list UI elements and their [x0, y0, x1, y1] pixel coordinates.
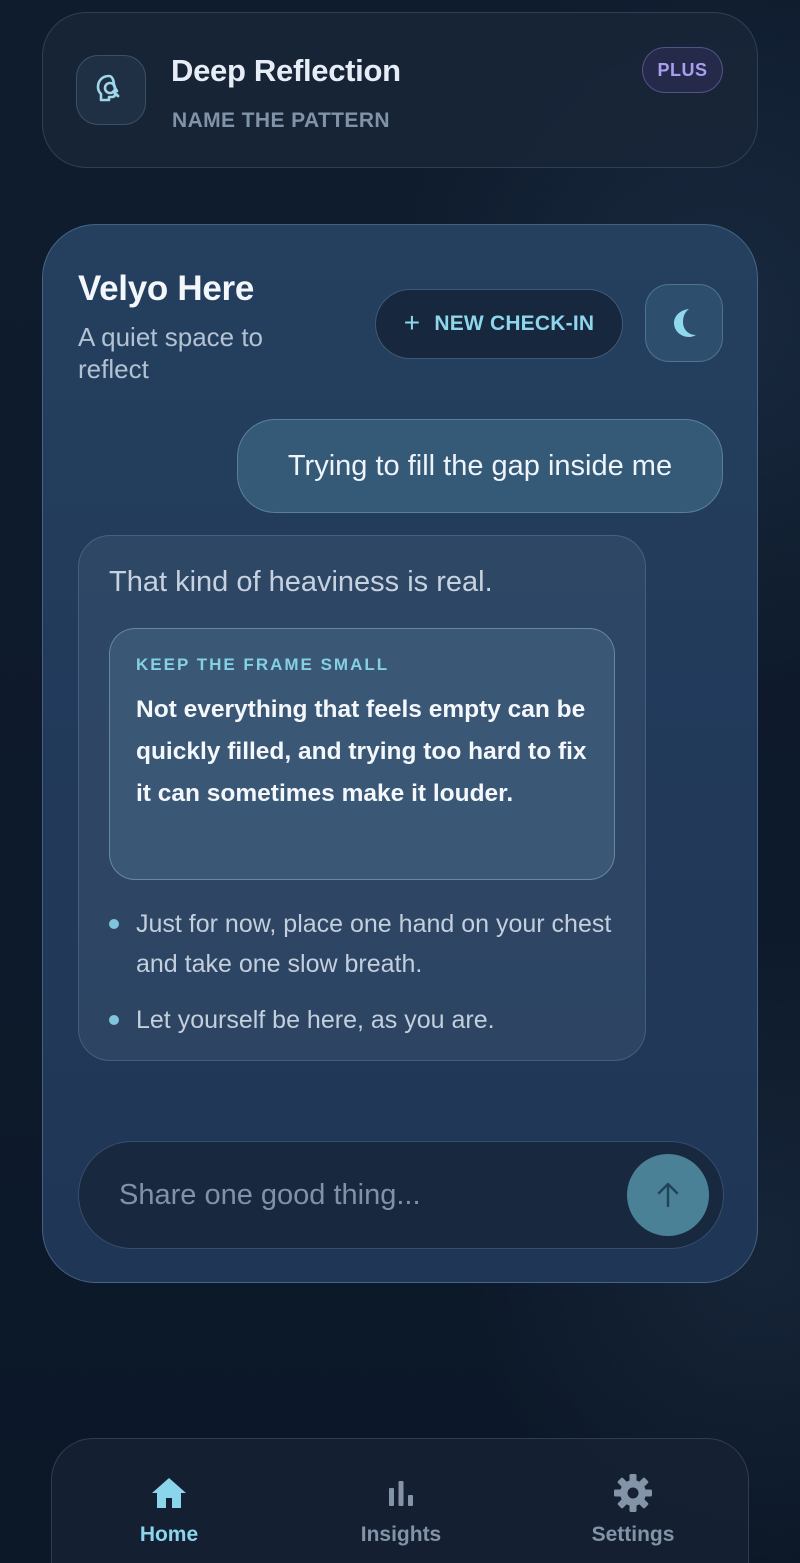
- new-checkin-label: NEW CHECK-IN: [434, 312, 595, 335]
- list-item-text: Just for now, place one hand on your che…: [136, 910, 612, 978]
- bot-message: That kind of heaviness is real. KEEP THE…: [78, 535, 646, 1061]
- page-subtitle: NAME THE PATTERN: [172, 109, 390, 132]
- user-message: Trying to fill the gap inside me: [237, 419, 723, 513]
- plus-icon: +: [403, 307, 421, 338]
- reframe-text: Not everything that feels empty can be q…: [136, 696, 587, 807]
- home-icon: [150, 1473, 188, 1513]
- plus-badge[interactable]: PLUS: [642, 47, 723, 93]
- message-input[interactable]: [119, 1172, 589, 1218]
- bottom-nav: Home Insights Settings: [51, 1438, 749, 1563]
- bot-message-opening: That kind of heaviness is real.: [109, 566, 493, 598]
- message-composer: [78, 1141, 724, 1249]
- nav-label-insights: Insights: [360, 1523, 442, 1546]
- nav-label-home: Home: [139, 1523, 199, 1546]
- nav-item-insights[interactable]: Insights: [321, 1439, 481, 1563]
- bullet-dot: [109, 919, 119, 929]
- brain-search-icon[interactable]: [76, 55, 146, 125]
- chat-subtitle: A quiet space to reflect: [78, 322, 264, 384]
- theme-toggle-button[interactable]: [645, 284, 723, 362]
- header-card: Deep Reflection NAME THE PATTERN PLUS: [42, 12, 758, 168]
- list-item: Just for now, place one hand on your che…: [109, 904, 619, 984]
- chat-card: Velyo Here A quiet space to reflect + NE…: [42, 224, 758, 1283]
- page-title: Deep Reflection: [171, 53, 401, 88]
- list-item-text: Let yourself be here, as you are.: [136, 1006, 495, 1034]
- nav-item-home[interactable]: Home: [89, 1439, 249, 1563]
- suggestion-list: Just for now, place one hand on your che…: [109, 904, 619, 1056]
- arrow-up-icon: [657, 1182, 679, 1208]
- bar-chart-icon: [386, 1473, 416, 1513]
- reframe-card: KEEP THE FRAME SMALL Not everything that…: [109, 628, 615, 880]
- new-checkin-button[interactable]: + NEW CHECK-IN: [375, 289, 623, 359]
- send-button[interactable]: [627, 1154, 709, 1236]
- reframe-label: KEEP THE FRAME SMALL: [136, 655, 390, 674]
- bullet-dot: [109, 1015, 119, 1025]
- nav-item-settings[interactable]: Settings: [553, 1439, 713, 1563]
- gear-icon: [613, 1473, 653, 1513]
- chat-title: Velyo Here: [78, 269, 254, 308]
- moon-icon: [674, 309, 696, 337]
- list-item: Let yourself be here, as you are.: [109, 1000, 619, 1040]
- nav-label-settings: Settings: [591, 1523, 675, 1546]
